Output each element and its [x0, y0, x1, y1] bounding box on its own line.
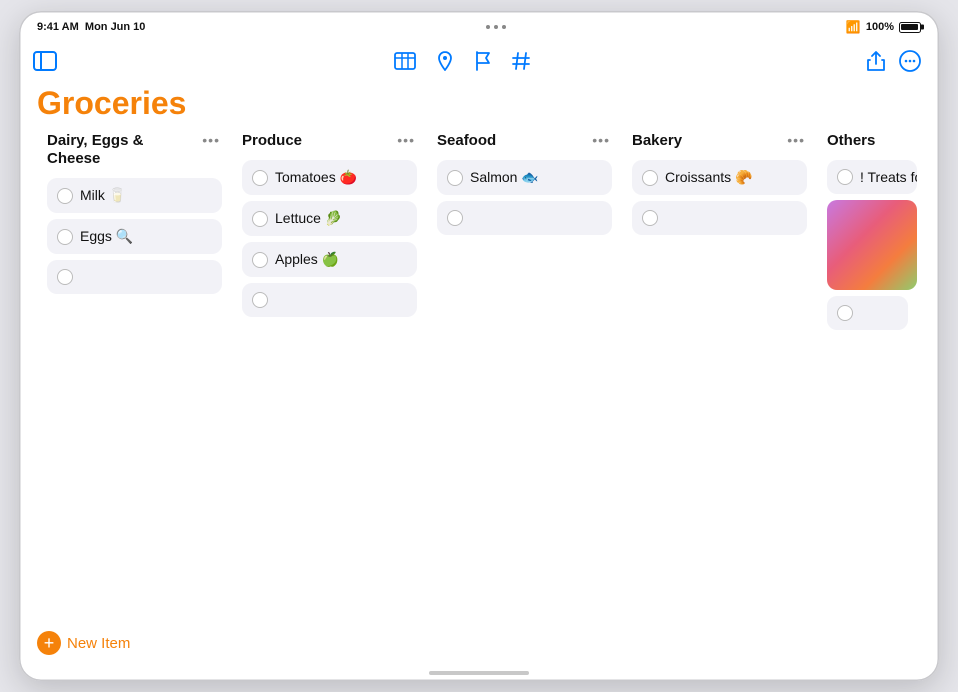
column-header-others: Others	[827, 128, 917, 150]
status-dot-1	[486, 25, 490, 29]
status-bar: 9:41 AM Mon Jun 10 📶 100%	[19, 11, 939, 39]
item-text: Apples 🍏	[275, 251, 339, 268]
list-item-empty[interactable]	[242, 283, 417, 317]
toolbar-center	[394, 51, 530, 71]
column-seafood: Seafood ••• Salmon 🐟	[427, 128, 622, 619]
item-text: Tomatoes 🍅	[275, 169, 357, 186]
new-item-button[interactable]: + New Item	[37, 631, 130, 655]
page-title-area: Groceries	[19, 83, 939, 128]
column-dairy: Dairy, Eggs & Cheese ••• Milk 🥛 Eggs 🔍	[37, 128, 232, 619]
share-icon[interactable]	[867, 51, 885, 71]
column-bakery: Bakery ••• Croissants 🥐	[622, 128, 817, 619]
toolbar-left	[33, 51, 57, 71]
columns-container: Dairy, Eggs & Cheese ••• Milk 🥛 Eggs 🔍	[37, 128, 921, 619]
list-item[interactable]: Lettuce 🥬	[242, 201, 417, 236]
column-header-produce: Produce •••	[242, 128, 417, 150]
item-text: Croissants 🥐	[665, 169, 752, 186]
battery-percent: 100%	[866, 21, 894, 33]
column-header-bakery: Bakery •••	[632, 128, 807, 150]
page-title: Groceries	[37, 85, 921, 122]
column-title-seafood: Seafood	[437, 132, 590, 150]
radio-btn[interactable]	[252, 211, 268, 227]
ipad-frame: 9:41 AM Mon Jun 10 📶 100%	[19, 11, 939, 681]
status-dot-3	[502, 25, 506, 29]
item-text: Lettuce 🥬	[275, 210, 342, 227]
radio-btn[interactable]	[642, 210, 658, 226]
more-icon[interactable]	[899, 50, 921, 72]
sidebar-toggle-button[interactable]	[33, 51, 57, 71]
list-item-empty[interactable]	[632, 201, 807, 235]
list-item[interactable]: Croissants 🥐	[632, 160, 807, 195]
home-indicator	[19, 671, 939, 681]
item-text: Salmon 🐟	[470, 169, 539, 186]
column-menu-bakery[interactable]: •••	[785, 132, 807, 148]
radio-btn[interactable]	[447, 210, 463, 226]
list-item[interactable]: Milk 🥛	[47, 178, 222, 213]
location-icon[interactable]	[436, 51, 454, 71]
column-title-bakery: Bakery	[632, 132, 785, 150]
status-center	[486, 25, 506, 29]
column-title-produce: Produce	[242, 132, 395, 150]
column-others: Others ! Treats for	[817, 128, 917, 619]
list-item[interactable]: Eggs 🔍	[47, 219, 222, 254]
list-item-empty[interactable]	[827, 296, 908, 330]
radio-btn[interactable]	[642, 170, 658, 186]
list-item[interactable]: Tomatoes 🍅	[242, 160, 417, 195]
column-header-seafood: Seafood •••	[437, 128, 612, 150]
radio-btn[interactable]	[57, 269, 73, 285]
flag-icon[interactable]	[474, 51, 492, 71]
column-produce: Produce ••• Tomatoes 🍅 Lettuce 🥬 Apples …	[232, 128, 427, 619]
list-item[interactable]: Salmon 🐟	[437, 160, 612, 195]
list-item-empty[interactable]	[47, 260, 222, 294]
status-right: 📶 100%	[846, 20, 921, 34]
toolbar-right	[867, 50, 921, 72]
list-item[interactable]: ! Treats for	[827, 160, 917, 194]
radio-btn[interactable]	[837, 305, 853, 321]
status-dot-2	[494, 25, 498, 29]
radio-btn[interactable]	[252, 170, 268, 186]
item-text: Eggs 🔍	[80, 228, 133, 245]
column-menu-seafood[interactable]: •••	[590, 132, 612, 148]
home-indicator-bar	[429, 671, 529, 675]
radio-btn[interactable]	[447, 170, 463, 186]
toolbar	[19, 39, 939, 83]
hashtag-icon[interactable]	[512, 51, 530, 71]
column-menu-dairy[interactable]: •••	[200, 132, 222, 148]
list-item-empty[interactable]	[437, 201, 612, 235]
list-item[interactable]: Apples 🍏	[242, 242, 417, 277]
status-time: 9:41 AM Mon Jun 10	[37, 21, 145, 33]
radio-btn[interactable]	[57, 229, 73, 245]
column-menu-produce[interactable]: •••	[395, 132, 417, 148]
battery-icon	[899, 22, 921, 33]
radio-btn[interactable]	[252, 252, 268, 268]
new-item-plus-icon: +	[37, 631, 61, 655]
new-item-label: New Item	[67, 635, 130, 652]
main-content: Dairy, Eggs & Cheese ••• Milk 🥛 Eggs 🔍	[19, 128, 939, 619]
column-title-dairy: Dairy, Eggs & Cheese	[47, 132, 200, 168]
bottom-bar: + New Item	[19, 619, 939, 671]
radio-btn[interactable]	[837, 169, 853, 185]
table-icon[interactable]	[394, 52, 416, 70]
radio-btn[interactable]	[252, 292, 268, 308]
column-header-dairy: Dairy, Eggs & Cheese •••	[47, 128, 222, 168]
wifi-icon: 📶	[846, 20, 861, 34]
radio-btn[interactable]	[57, 188, 73, 204]
item-text: Milk 🥛	[80, 187, 126, 204]
item-text: ! Treats for	[860, 169, 917, 185]
grocery-image	[827, 200, 917, 290]
column-title-others: Others	[827, 132, 917, 150]
